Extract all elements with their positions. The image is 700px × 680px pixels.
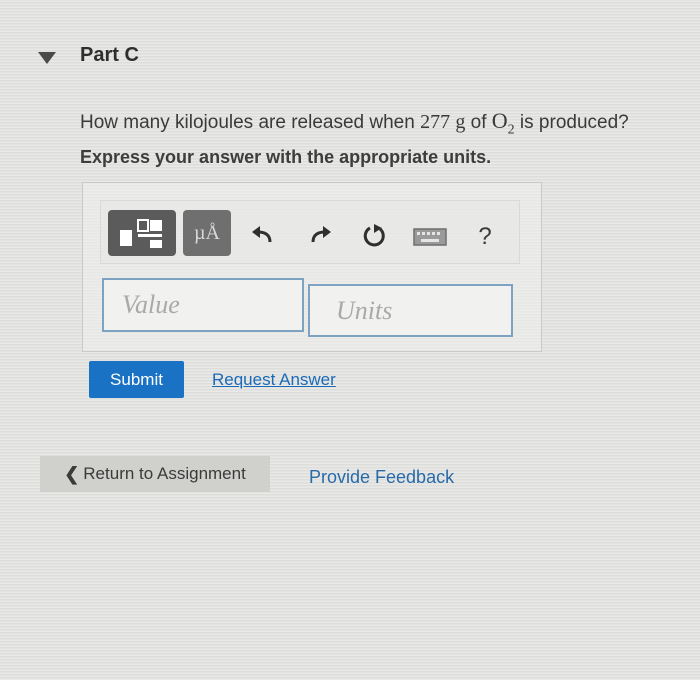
return-label: Return to Assignment [83, 464, 246, 483]
templates-button[interactable] [108, 210, 176, 256]
keyboard-button[interactable] [412, 226, 448, 248]
keyboard-icon [413, 228, 447, 246]
submit-button[interactable]: Submit [89, 361, 184, 398]
units-button[interactable]: µÅ [183, 210, 231, 256]
question-text: How many kilojoules are released when 27… [80, 108, 629, 138]
triangle-down-icon [38, 52, 56, 64]
redo-icon [311, 226, 331, 243]
part-title: Part C [80, 44, 139, 66]
question-prefix: How many kilojoules are released when [80, 112, 421, 133]
undo-button[interactable] [248, 222, 278, 248]
reset-icon [363, 224, 385, 247]
redo-button[interactable] [305, 222, 335, 248]
help-button[interactable]: ? [470, 220, 500, 254]
units-input[interactable] [308, 284, 513, 337]
formula-subscript: 2 [507, 122, 515, 138]
reset-button[interactable] [358, 220, 390, 252]
formula-base: O [491, 108, 508, 133]
question-of: of [465, 112, 492, 133]
question-unit: g [455, 111, 466, 133]
request-answer-link[interactable]: Request Answer [212, 370, 336, 390]
value-input[interactable] [102, 278, 304, 332]
templates-icon [120, 219, 162, 248]
question-mass: 277 [420, 111, 451, 133]
question-formula: O2 [491, 108, 515, 137]
undo-icon [252, 226, 272, 243]
collapse-toggle[interactable] [36, 50, 58, 66]
chevron-left-icon: ❮ [64, 463, 80, 484]
answer-instruction: Express your answer with the appropriate… [80, 147, 492, 167]
question-suffix: is produced? [514, 112, 629, 133]
provide-feedback-link[interactable]: Provide Feedback [309, 467, 454, 488]
return-to-assignment-button[interactable]: ❮ Return to Assignment [40, 456, 270, 492]
